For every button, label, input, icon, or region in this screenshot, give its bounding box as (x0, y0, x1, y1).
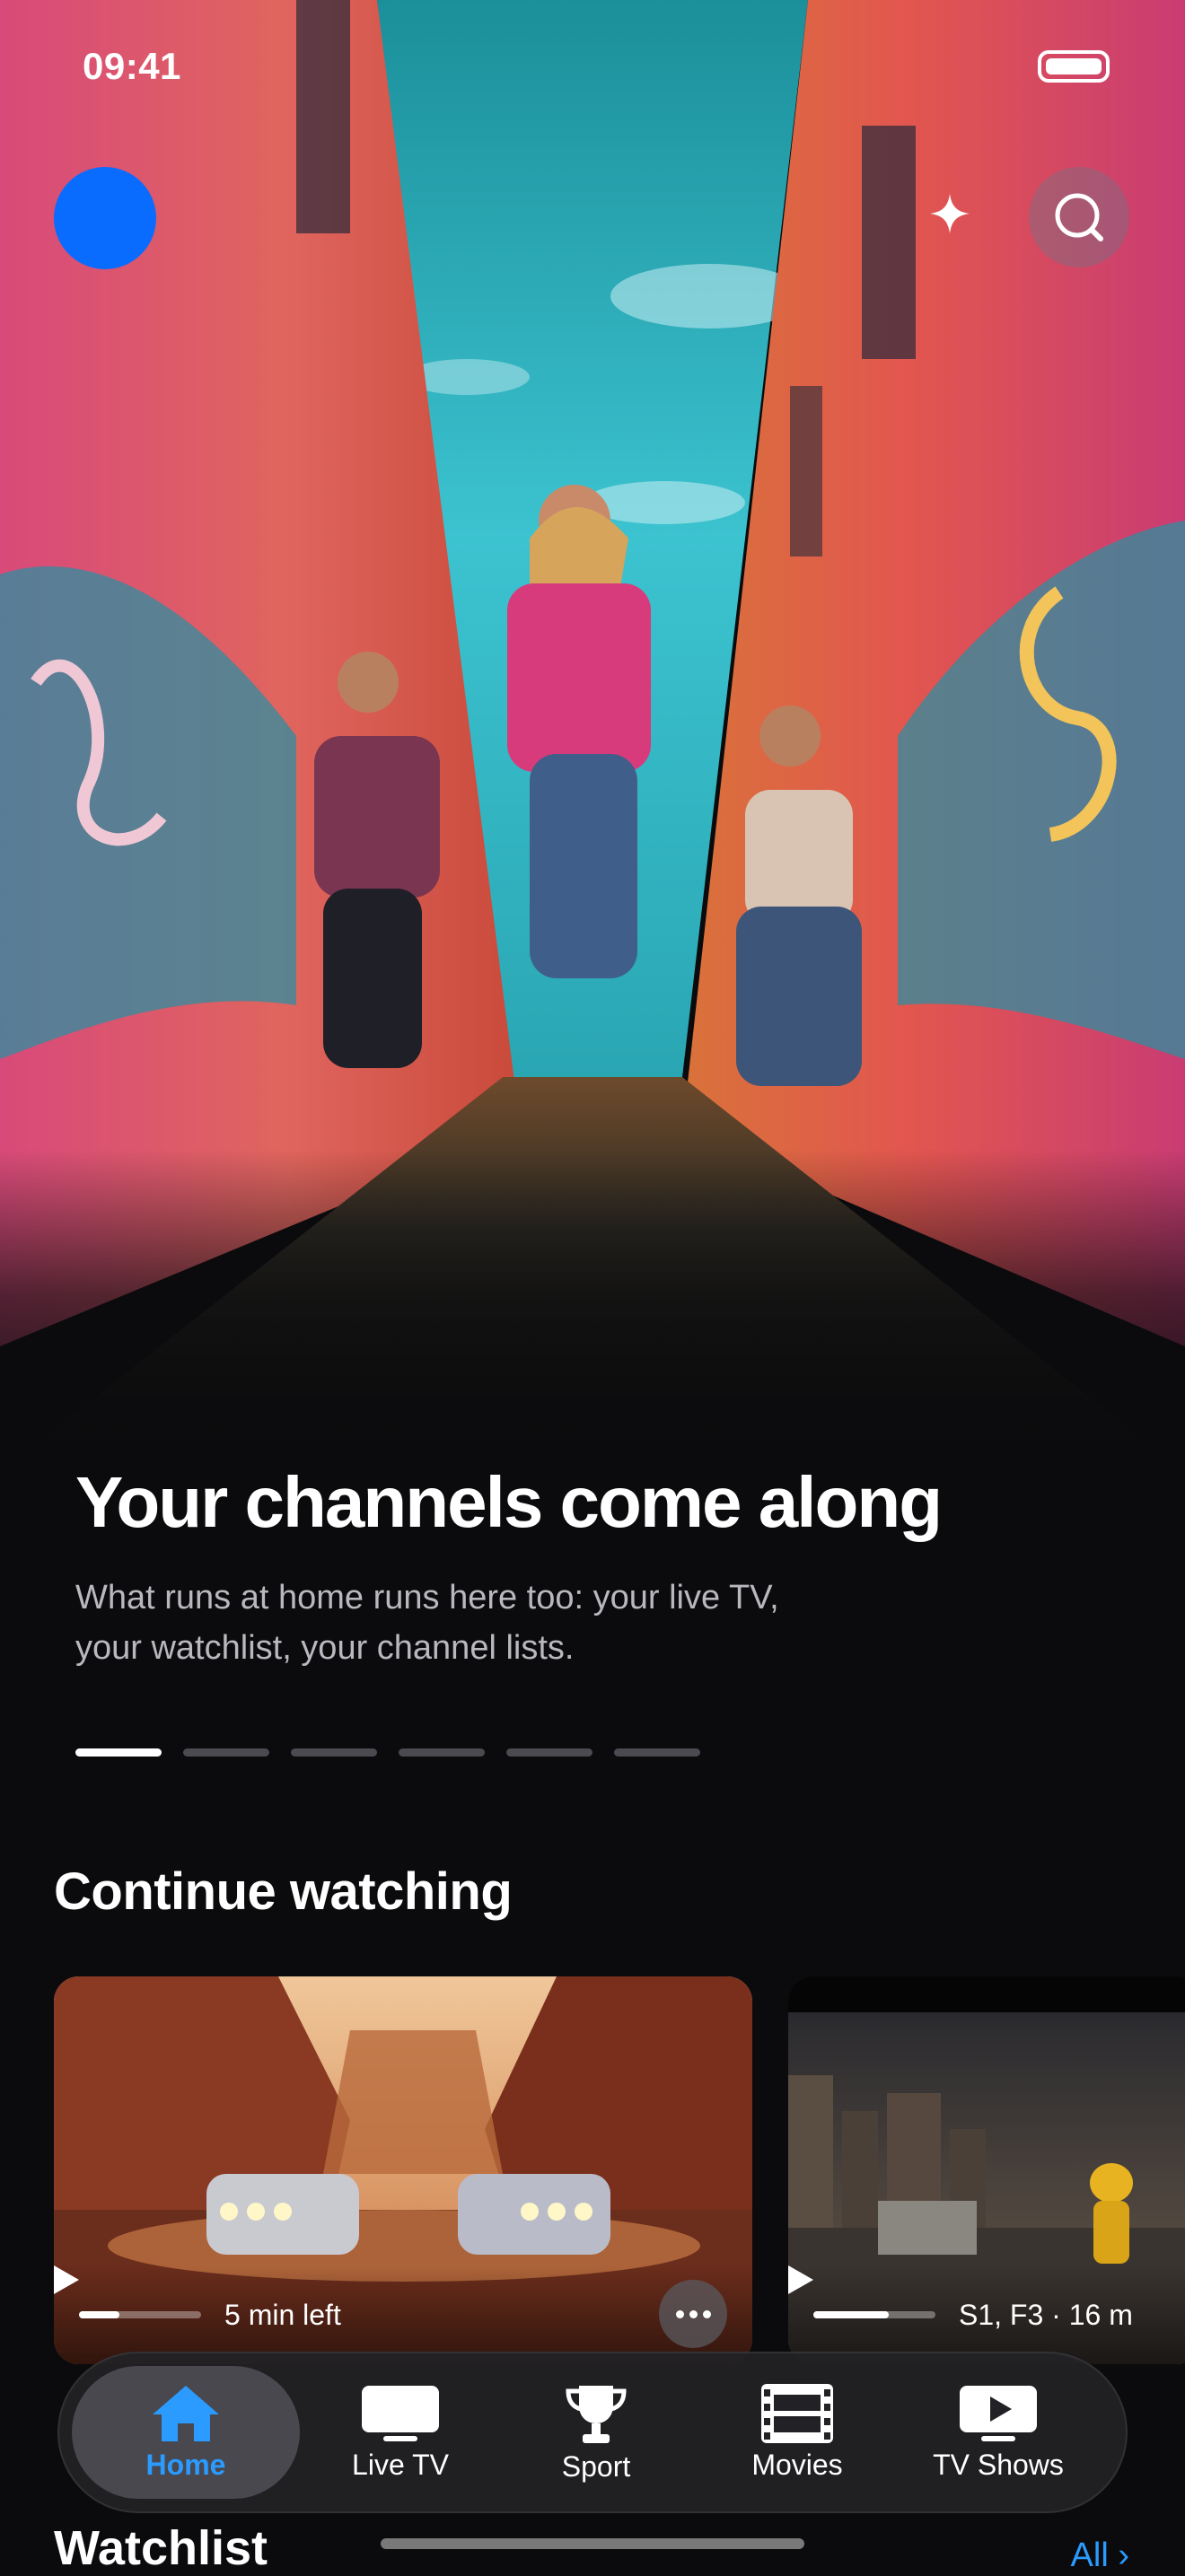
tab-movies[interactable]: Movies (734, 2353, 860, 2511)
tab-label: Live TV (352, 2448, 449, 2481)
sparkle-button[interactable] (916, 180, 984, 248)
watchlist-title: Watchlist (54, 2521, 268, 2575)
continue-watching-card[interactable]: 5 min left (54, 1976, 752, 2364)
tab-label: Home (145, 2448, 226, 2481)
episode-meta-label: S1, F3 · 16 m (959, 2298, 1133, 2331)
watchlist-all-link[interactable]: All › (1071, 2537, 1129, 2575)
hero-artwork (0, 0, 1185, 1472)
hero-banner[interactable]: 09:41 (0, 0, 1185, 1472)
home-indicator[interactable] (381, 2538, 804, 2549)
all-link-label: All (1070, 2537, 1109, 2574)
tab-label: TV Shows (933, 2448, 1064, 2481)
battery-icon (1038, 50, 1110, 83)
hero-subtitle: What runs at home runs here too: your li… (75, 1579, 779, 1667)
more-options-button[interactable] (659, 2280, 727, 2348)
chevron-right-icon: › (1118, 2537, 1129, 2574)
time-left-label: 5 min left (224, 2298, 341, 2331)
tab-sport[interactable]: Sport (540, 2353, 652, 2511)
card-playback-bar: 5 min left (54, 2265, 752, 2364)
play-icon[interactable] (54, 2265, 79, 2294)
progress-bar (79, 2311, 201, 2318)
play-icon[interactable] (788, 2265, 813, 2294)
status-bar: 09:41 (0, 0, 1185, 135)
sparkle-icon (930, 194, 970, 233)
card-playback-bar: S1, F3 · 16 m (788, 2265, 1185, 2364)
tab-label: Movies (751, 2448, 843, 2481)
play-screen-icon (960, 2385, 1037, 2441)
hero-pager[interactable] (75, 1748, 700, 1757)
pager-dot[interactable] (291, 1748, 377, 1757)
search-button[interactable] (1029, 167, 1129, 267)
pager-dot[interactable] (506, 1748, 592, 1757)
tab-live-tv[interactable]: Live TV (336, 2353, 465, 2511)
tv-icon (362, 2385, 439, 2441)
tab-home[interactable]: Home (72, 2366, 300, 2499)
continue-watching-card[interactable]: S1, F3 · 16 m (788, 1976, 1185, 2364)
continue-watching-title: Continue watching (54, 1862, 513, 1921)
progress-bar (813, 2311, 935, 2318)
pager-dot[interactable] (614, 1748, 700, 1757)
hero-title: Your channels come along (75, 1462, 943, 1542)
pager-dot[interactable] (399, 1748, 485, 1757)
pager-dot[interactable] (75, 1748, 162, 1757)
home-icon (153, 2385, 219, 2441)
pager-dot[interactable] (183, 1748, 269, 1757)
progress-fill (813, 2311, 890, 2318)
film-icon (761, 2383, 833, 2443)
search-icon (1055, 193, 1103, 241)
tab-label: Sport (561, 2449, 631, 2483)
status-time: 09:41 (83, 45, 181, 87)
tab-bar: Home Live TV Sport Movies TV Shows (57, 2352, 1128, 2513)
more-icon (675, 2309, 684, 2318)
trophy-icon (566, 2385, 627, 2443)
profile-avatar[interactable] (54, 167, 156, 269)
tab-tv-shows[interactable]: TV Shows (925, 2353, 1072, 2511)
progress-fill (79, 2311, 119, 2318)
